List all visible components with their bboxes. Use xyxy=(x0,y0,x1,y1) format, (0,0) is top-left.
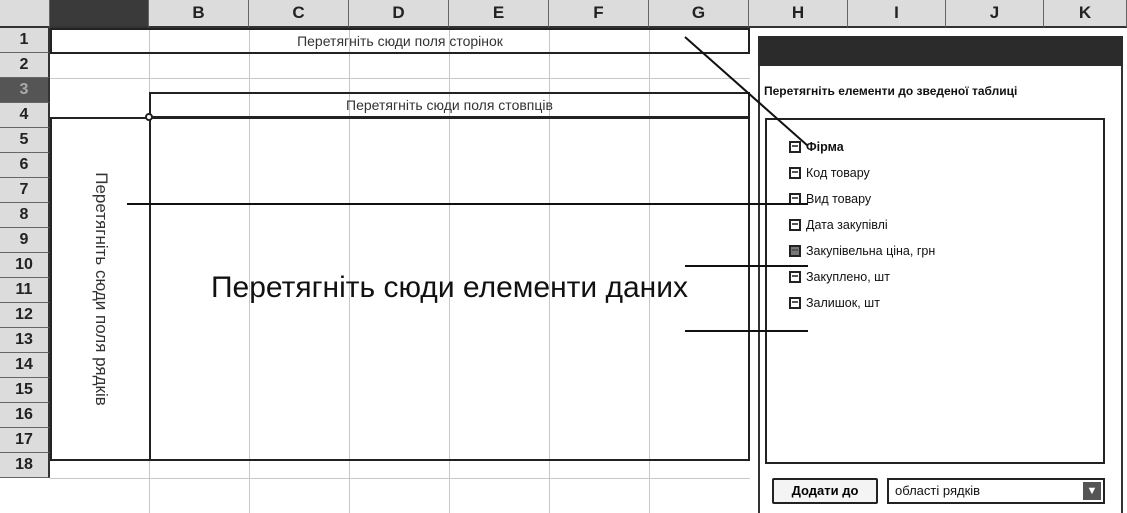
annotation-lines xyxy=(127,36,809,332)
pointer-line-page xyxy=(684,36,809,147)
